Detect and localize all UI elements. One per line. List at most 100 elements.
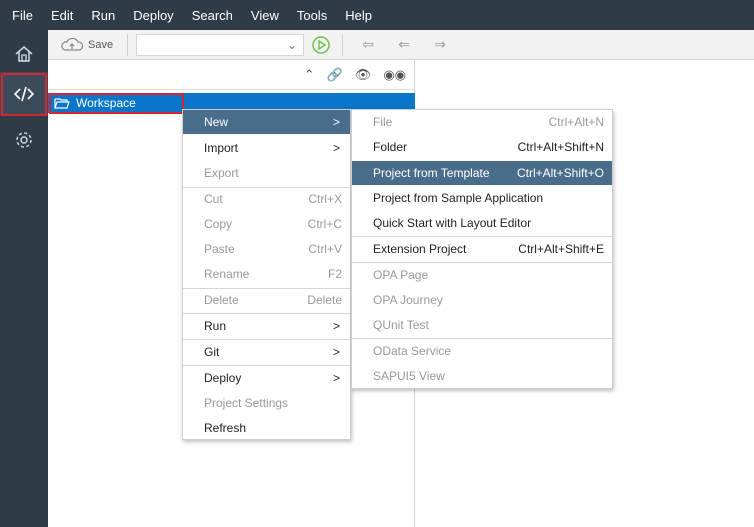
menu-tools[interactable]: Tools [297, 8, 327, 23]
last-edit-button[interactable]: ⇦ [355, 34, 381, 56]
menu-item-label: Project Settings [204, 396, 289, 410]
collapse-icon[interactable]: ⌃ [304, 67, 315, 83]
menu-item-label: SAPUI5 View [373, 369, 445, 383]
menu-item-shortcut: Delete [307, 293, 342, 307]
menu-item-shortcut: Ctrl+Alt+Shift+O [516, 166, 604, 180]
menu-item-label: Rename [204, 267, 250, 281]
submenu-item-qunit-test[interactable]: QUnit Test [352, 313, 612, 337]
submenu-item-sapui5-view[interactable]: SAPUI5 View [352, 364, 612, 388]
menu-item-label: File [373, 115, 393, 129]
menu-item-shortcut: Ctrl+Alt+Shift+N [517, 140, 604, 154]
menu-item-shortcut: Ctrl+X [308, 192, 342, 206]
menu-item-git[interactable]: Git > [183, 340, 350, 364]
last-edit-icon: ⇦ [362, 36, 374, 52]
home-button[interactable] [0, 32, 48, 76]
menu-item-label: Deploy [204, 371, 242, 385]
menu-item-label: Extension Project [373, 242, 467, 256]
chevron-down-icon: ⌄ [287, 37, 298, 52]
menu-item-deploy[interactable]: Deploy > [183, 366, 350, 390]
menu-item-label: OPA Journey [373, 293, 443, 307]
submenu-item-opa-journey[interactable]: OPA Journey [352, 288, 612, 312]
submenu-item-opa-page[interactable]: OPA Page [352, 263, 612, 287]
menu-item-label: OPA Page [373, 268, 429, 282]
menu-edit[interactable]: Edit [51, 8, 73, 23]
menu-item-label: Paste [204, 242, 235, 256]
settings-button[interactable] [0, 118, 48, 162]
binoculars-icon[interactable]: ◉◉ [383, 67, 406, 83]
back-button[interactable]: ⇐ [391, 34, 417, 56]
menu-search[interactable]: Search [192, 8, 233, 23]
menu-item-label: Refresh [204, 421, 247, 435]
toolbar-separator [342, 33, 344, 56]
chevron-right-icon: > [332, 141, 340, 155]
submenu-item-project-from-sample[interactable]: Project from Sample Application [352, 186, 612, 210]
submenu-item-quick-start[interactable]: Quick Start with Layout Editor [352, 211, 612, 235]
menu-view[interactable]: View [251, 8, 279, 23]
menu-item-shortcut: F2 [327, 267, 342, 281]
menu-item-label: Folder [373, 140, 408, 154]
menu-item-label: New [204, 115, 229, 129]
link-icon[interactable]: 🔗 [327, 67, 343, 83]
menu-item-label: Project from Template [373, 166, 490, 180]
context-menu: New > Import > Export Cut Ctrl+X Copy Ctrl+C… [182, 109, 351, 440]
toolbar: Save ⌄ ⇦ ⇐ ⇒ [48, 30, 754, 60]
menu-item-label: Copy [204, 217, 233, 231]
menu-item-project-settings[interactable]: Project Settings [183, 391, 350, 415]
menu-item-shortcut: Ctrl+V [308, 242, 342, 256]
chevron-right-icon: > [332, 319, 340, 333]
menu-item-label: OData Service [373, 344, 452, 358]
menu-item-new[interactable]: New > [183, 110, 350, 134]
run-configuration-select[interactable]: ⌄ [136, 33, 305, 56]
menu-item-refresh[interactable]: Refresh [183, 416, 350, 440]
submenu-item-folder[interactable]: Folder Ctrl+Alt+Shift+N [352, 135, 612, 159]
menu-item-export[interactable]: Export [183, 161, 350, 185]
menu-deploy[interactable]: Deploy [133, 8, 173, 23]
save-label: Save [88, 38, 114, 51]
cloud-upload-icon [61, 37, 84, 51]
menu-item-cut[interactable]: Cut Ctrl+X [183, 187, 350, 211]
menu-item-label: Export [204, 166, 239, 180]
highlight-box [1, 73, 47, 116]
play-icon [312, 35, 330, 54]
menu-item-import[interactable]: Import > [183, 136, 350, 160]
menu-item-run[interactable]: Run > [183, 314, 350, 338]
menu-item-label: Delete [204, 293, 239, 307]
submenu-item-file[interactable]: File Ctrl+Alt+N [352, 110, 612, 134]
menu-file[interactable]: File [12, 8, 33, 23]
menu-item-label: Import [204, 141, 239, 155]
menu-item-rename[interactable]: Rename F2 [183, 262, 350, 286]
highlight-box [49, 93, 184, 114]
forward-button[interactable]: ⇒ [427, 34, 453, 56]
menu-item-label: Quick Start with Layout Editor [373, 216, 532, 230]
home-icon [15, 46, 33, 62]
menu-help[interactable]: Help [345, 8, 372, 23]
menu-item-label: Project from Sample Application [373, 191, 544, 205]
chevron-right-icon: > [332, 345, 340, 359]
run-button[interactable] [308, 34, 334, 56]
tree-toolbar: ⌃ 🔗 👁 ◉◉ [48, 60, 414, 90]
toolbar-separator [127, 33, 129, 56]
eye-icon[interactable]: 👁 [355, 67, 372, 83]
menu-bar: File Edit Run Deploy Search View Tools H… [0, 0, 754, 30]
submenu-item-project-from-template[interactable]: Project from Template Ctrl+Alt+Shift+O [352, 161, 612, 185]
gear-icon [16, 132, 32, 148]
chevron-right-icon: > [332, 115, 340, 129]
save-button[interactable]: Save [60, 37, 114, 52]
arrow-right-icon: ⇒ [434, 36, 446, 52]
menu-item-shortcut: Ctrl+C [307, 217, 342, 231]
menu-item-shortcut: Ctrl+Alt+N [548, 115, 604, 129]
chevron-right-icon: > [332, 371, 340, 385]
arrow-left-icon: ⇐ [398, 36, 410, 52]
menu-item-label: QUnit Test [373, 318, 429, 332]
menu-item-delete[interactable]: Delete Delete [183, 288, 350, 312]
submenu-item-extension-project[interactable]: Extension Project Ctrl+Alt+Shift+E [352, 237, 612, 261]
menu-item-paste[interactable]: Paste Ctrl+V [183, 237, 350, 261]
menu-run[interactable]: Run [91, 8, 115, 23]
menu-item-label: Run [204, 319, 227, 333]
submenu-item-odata-service[interactable]: OData Service [352, 339, 612, 363]
menu-item-shortcut: Ctrl+Alt+Shift+E [518, 242, 604, 256]
new-submenu: File Ctrl+Alt+N Folder Ctrl+Alt+Shift+N Pr… [351, 109, 613, 389]
menu-item-label: Git [204, 345, 220, 359]
menu-item-copy[interactable]: Copy Ctrl+C [183, 212, 350, 236]
menu-item-label: Cut [204, 192, 223, 206]
